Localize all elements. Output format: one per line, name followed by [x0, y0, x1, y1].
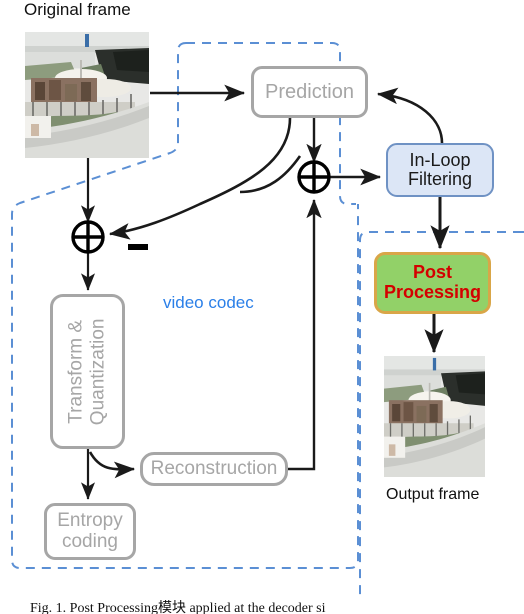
subtractor-operator	[71, 220, 105, 254]
entropy-label-line2: coding	[61, 530, 118, 552]
output-frame-photo	[384, 356, 485, 477]
post-processing-label-line2: Processing	[383, 282, 482, 302]
original-frame-photo	[25, 32, 149, 158]
transform-label-line2: Quantization	[87, 318, 109, 425]
output-frame-label: Output frame	[386, 486, 480, 503]
prediction-label: Prediction	[265, 80, 354, 103]
figure-caption: Fig. 1. Post Processing模块 applied at the…	[30, 601, 326, 614]
arrow-inloop-to-prediction	[376, 87, 444, 144]
entropy-coding-box[interactable]: Entropy coding	[44, 503, 136, 560]
original-frame-image	[25, 32, 149, 158]
prediction-box[interactable]: Prediction	[251, 66, 368, 118]
entropy-label-line1: Entropy	[57, 509, 123, 531]
original-frame-label: Original frame	[24, 0, 131, 19]
arrow-transform-to-reconstruction	[88, 451, 136, 479]
arrow-feedback-curve-left	[239, 155, 302, 194]
reconstruction-label: Reconstruction	[150, 458, 278, 479]
reconstruction-box[interactable]: Reconstruction	[140, 452, 288, 486]
minus-sign	[128, 244, 148, 250]
arrow-reconstruction-to-adder	[288, 199, 322, 471]
in-loop-filtering-label-line2: Filtering	[407, 169, 473, 189]
adder-operator	[297, 160, 331, 194]
transform-quantization-box[interactable]: Transform & Quantization	[50, 294, 125, 449]
figure-post-processing-codec: Original frame Output frame video codec …	[0, 0, 524, 614]
post-processing-box[interactable]: Post Processing	[374, 252, 491, 314]
output-frame-image	[384, 356, 485, 477]
in-loop-filtering-box[interactable]: In-Loop Filtering	[386, 143, 494, 197]
post-processing-label-line1: Post	[412, 262, 452, 283]
video-codec-label: video codec	[163, 293, 254, 312]
transform-quantization-label: Transform & Quantization	[66, 318, 110, 425]
transform-label-line1: Transform &	[65, 319, 87, 424]
in-loop-filtering-label-line1: In-Loop	[409, 149, 471, 170]
